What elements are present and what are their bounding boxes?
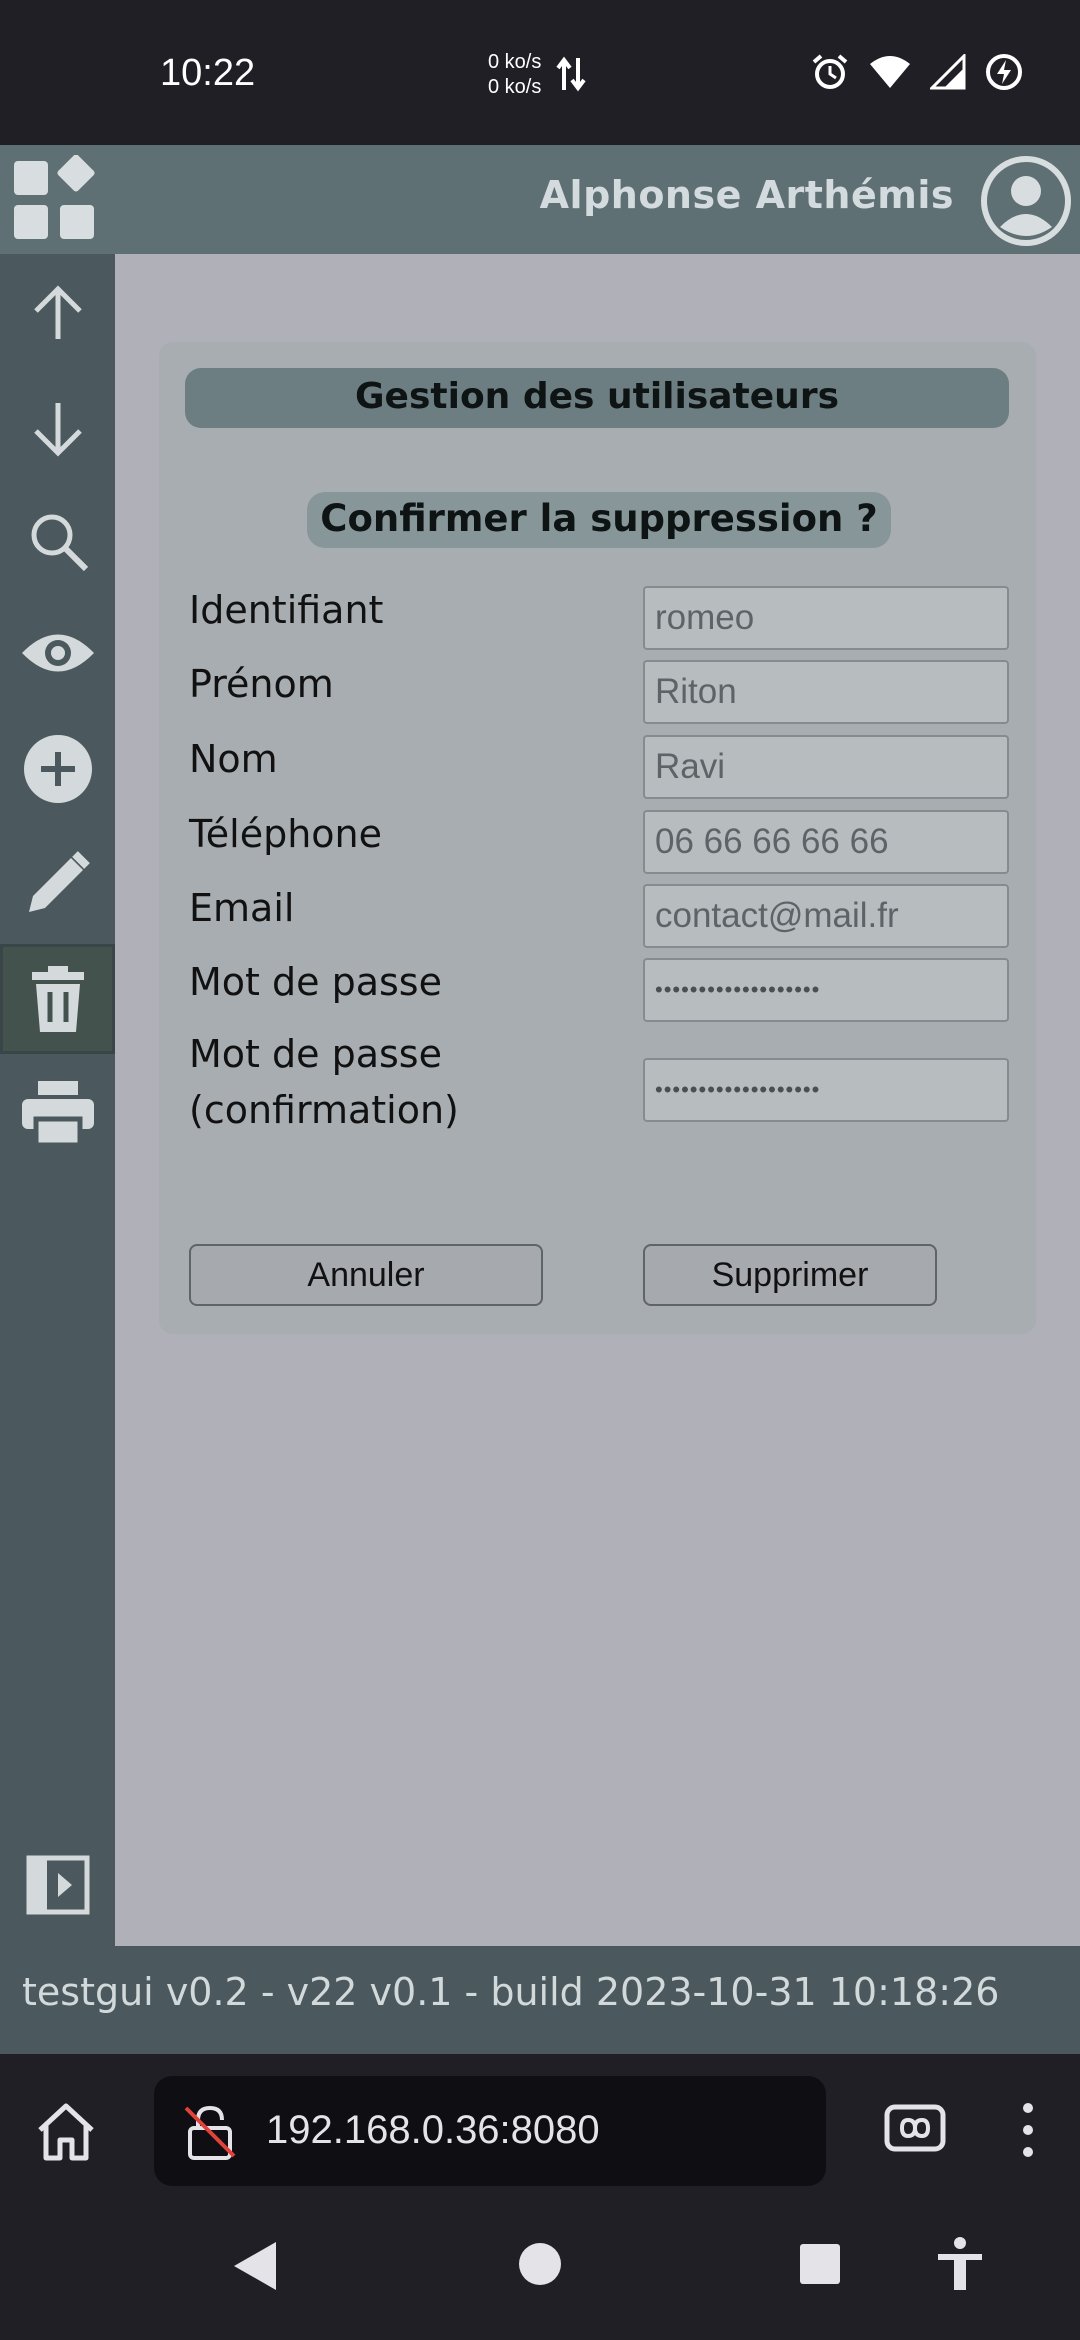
back-icon[interactable] [232,2240,278,2292]
app-footer: testgui v0.2 - v22 v0.1 - build 2023-10-… [0,1946,1080,2054]
pencil-icon [28,851,90,912]
tabs-icon[interactable] [884,2104,946,2152]
home-icon[interactable] [32,2098,100,2166]
signal-icon [930,54,966,90]
label-identifiant: Identifiant [189,588,384,632]
input-email[interactable]: contact@mail.fr [643,884,1009,948]
arrows-updown-icon [556,56,586,92]
user-name: Alphonse Arthémis [539,173,954,217]
sidebar-print[interactable] [0,1058,115,1168]
app-header: Alphonse Arthémis [0,145,1080,254]
label-telephone: Téléphone [189,812,382,856]
status-clock: 10:22 [160,52,256,94]
input-password[interactable]: ••••••••••••••••••• [643,958,1009,1022]
url-text: 192.168.0.36:8080 [266,2108,600,2152]
label-email: Email [189,886,295,930]
recents-icon[interactable] [798,2242,842,2286]
plus-circle-icon [23,735,92,803]
arrow-down-icon [33,403,82,457]
label-password-confirm: Mot de passe (confirmation) [189,1032,459,1132]
eye-icon [21,634,94,672]
sidebar-search[interactable] [0,486,115,596]
insecure-lock-icon[interactable] [182,2104,238,2160]
trash-icon [31,966,84,1032]
sidebar-move-up[interactable] [0,258,115,368]
network-speed: 0 ko/s 0 ko/s [488,50,541,100]
sidebar-delete[interactable] [0,944,115,1054]
status-icons [810,52,1024,92]
system-navbar [0,2204,1080,2340]
apps-icon[interactable] [12,155,100,243]
wifi-icon [870,56,910,88]
avatar-icon[interactable] [980,155,1072,247]
more-vertical-icon[interactable] [1018,2100,1038,2160]
cancel-button[interactable]: Annuler [189,1244,543,1306]
user-delete-card: Gestion des utilisateurs Confirmer la su… [159,342,1036,1334]
alarm-icon [812,54,848,89]
printer-icon [21,1081,94,1145]
net-down-speed: 0 ko/s [488,76,542,98]
battery-saver-icon [986,54,1022,90]
home-circle-icon[interactable] [518,2242,562,2286]
input-password-confirm[interactable]: ••••••••••••••••••• [643,1058,1009,1122]
input-prenom[interactable]: Riton [643,660,1009,724]
sidebar-add[interactable] [0,714,115,824]
main-content: Gestion des utilisateurs Confirmer la su… [115,254,1080,1946]
sidebar-move-down[interactable] [0,374,115,484]
input-telephone[interactable]: 06 66 66 66 66 [643,810,1009,874]
label-password: Mot de passe [189,960,442,1004]
card-title: Gestion des utilisateurs [185,368,1009,428]
confirm-title: Confirmer la suppression ? [307,492,891,548]
label-prenom: Prénom [189,662,334,706]
sidebar-edit[interactable] [0,828,115,938]
sidebar [0,254,115,1946]
search-icon [31,514,88,572]
sidebar-toggle[interactable] [0,1830,115,1940]
browser-toolbar: 192.168.0.36:8080 [0,2054,1080,2204]
sidebar-view[interactable] [0,598,115,708]
label-nom: Nom [189,737,278,781]
status-bar: 10:22 0 ko/s 0 ko/s [0,0,1080,145]
url-bar[interactable]: 192.168.0.36:8080 [154,2076,826,2186]
net-up-speed: 0 ko/s [488,51,542,73]
accessibility-icon[interactable] [934,2236,986,2292]
panel-toggle-icon [26,1855,89,1915]
input-identifiant[interactable]: romeo [643,586,1009,650]
arrow-up-icon [33,285,82,339]
build-info: testgui v0.2 - v22 v0.1 - build 2023-10-… [22,1970,1000,2014]
delete-button[interactable]: Supprimer [643,1244,937,1306]
input-nom[interactable]: Ravi [643,735,1009,799]
